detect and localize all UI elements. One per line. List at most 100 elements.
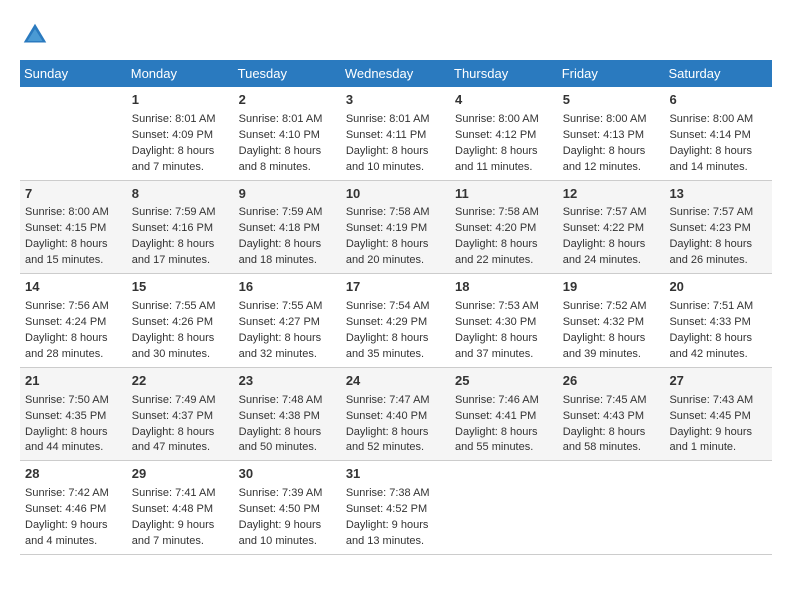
sunrise: Sunrise: 7:50 AM <box>25 394 109 406</box>
sunset: Sunset: 4:30 PM <box>455 316 536 328</box>
daylight: Daylight: 8 hours and 14 minutes. <box>669 145 752 173</box>
daylight: Daylight: 8 hours and 37 minutes. <box>455 332 538 360</box>
daylight: Daylight: 9 hours and 10 minutes. <box>239 519 322 547</box>
sunset: Sunset: 4:48 PM <box>132 503 213 515</box>
sunset: Sunset: 4:09 PM <box>132 129 213 141</box>
day-number: 23 <box>239 372 336 391</box>
sunrise: Sunrise: 7:54 AM <box>346 300 430 312</box>
daylight: Daylight: 8 hours and 24 minutes. <box>563 238 646 266</box>
day-number: 2 <box>239 91 336 110</box>
sunset: Sunset: 4:50 PM <box>239 503 320 515</box>
sunrise: Sunrise: 8:01 AM <box>346 113 430 125</box>
day-cell: 24Sunrise: 7:47 AMSunset: 4:40 PMDayligh… <box>341 367 450 461</box>
sunset: Sunset: 4:40 PM <box>346 410 427 422</box>
daylight: Daylight: 8 hours and 22 minutes. <box>455 238 538 266</box>
sunrise: Sunrise: 7:39 AM <box>239 487 323 499</box>
sunset: Sunset: 4:29 PM <box>346 316 427 328</box>
daylight: Daylight: 8 hours and 11 minutes. <box>455 145 538 173</box>
day-number: 29 <box>132 465 229 484</box>
week-row-5: 28Sunrise: 7:42 AMSunset: 4:46 PMDayligh… <box>20 461 772 555</box>
daylight: Daylight: 9 hours and 4 minutes. <box>25 519 108 547</box>
week-row-2: 7Sunrise: 8:00 AMSunset: 4:15 PMDaylight… <box>20 180 772 274</box>
day-cell: 30Sunrise: 7:39 AMSunset: 4:50 PMDayligh… <box>234 461 341 555</box>
day-number: 19 <box>563 278 660 297</box>
sunset: Sunset: 4:41 PM <box>455 410 536 422</box>
day-cell: 12 Sunrise: 7:57 AM Sunset: 4:22 PM Dayligh… <box>558 180 665 274</box>
daylight: Daylight: 8 hours and 52 minutes. <box>346 426 429 454</box>
day-cell: 18Sunrise: 7:53 AMSunset: 4:30 PMDayligh… <box>450 274 558 368</box>
day-number: 8 <box>132 185 229 204</box>
sunset: Sunset: 4:24 PM <box>25 316 106 328</box>
day-number: 24 <box>346 372 445 391</box>
daylight: Daylight: 8 hours and 42 minutes. <box>669 332 752 360</box>
day-cell: 4Sunrise: 8:00 AMSunset: 4:12 PMDaylight… <box>450 87 558 180</box>
daylight: Daylight: 8 hours and 50 minutes. <box>239 426 322 454</box>
day-number: 21 <box>25 372 122 391</box>
header-tuesday: Tuesday <box>234 60 341 87</box>
logo-icon <box>20 20 50 50</box>
day-number: 14 <box>25 278 122 297</box>
sunset: Sunset: 4:33 PM <box>669 316 750 328</box>
day-cell: 3Sunrise: 8:01 AMSunset: 4:11 PMDaylight… <box>341 87 450 180</box>
sunset: Sunset: 4:14 PM <box>669 129 750 141</box>
day-number: 31 <box>346 465 445 484</box>
sunset: Sunset: 4:26 PM <box>132 316 213 328</box>
daylight: Daylight: 8 hours and 30 minutes. <box>132 332 215 360</box>
day-number: 10 <box>346 185 445 204</box>
sunrise: Sunrise: 7:59 AM <box>239 206 323 218</box>
day-cell: 7Sunrise: 8:00 AMSunset: 4:15 PMDaylight… <box>20 180 127 274</box>
sunrise: Sunrise: 7:57 AM <box>563 206 647 218</box>
sunrise: Sunrise: 7:46 AM <box>455 394 539 406</box>
sunrise: Sunrise: 8:01 AM <box>239 113 323 125</box>
empty-day <box>25 91 122 171</box>
daylight: Daylight: 8 hours and 18 minutes. <box>239 238 322 266</box>
day-cell: 26Sunrise: 7:45 AMSunset: 4:43 PMDayligh… <box>558 367 665 461</box>
day-cell <box>558 461 665 555</box>
day-cell: 22Sunrise: 7:49 AMSunset: 4:37 PMDayligh… <box>127 367 234 461</box>
day-number: 17 <box>346 278 445 297</box>
sunrise: Sunrise: 7:55 AM <box>239 300 323 312</box>
day-cell: 13Sunrise: 7:57 AMSunset: 4:23 PMDayligh… <box>664 180 772 274</box>
sunset: Sunset: 4:43 PM <box>563 410 644 422</box>
sunset: Sunset: 4:35 PM <box>25 410 106 422</box>
daylight: Daylight: 8 hours and 39 minutes. <box>563 332 646 360</box>
day-number: 26 <box>563 372 660 391</box>
sunrise: Sunrise: 7:49 AM <box>132 394 216 406</box>
header-row: SundayMondayTuesdayWednesdayThursdayFrid… <box>20 60 772 87</box>
daylight: Daylight: 8 hours and 35 minutes. <box>346 332 429 360</box>
day-number: 12 <box>563 185 660 204</box>
day-number: 28 <box>25 465 122 484</box>
daylight: Daylight: 8 hours and 8 minutes. <box>239 145 322 173</box>
day-number: 1 <box>132 91 229 110</box>
daylight: Daylight: 8 hours and 47 minutes. <box>132 426 215 454</box>
page-header <box>20 20 772 50</box>
sunrise: Sunrise: 7:43 AM <box>669 394 753 406</box>
daylight: Daylight: 8 hours and 7 minutes. <box>132 145 215 173</box>
sunset: Sunset: 4:20 PM <box>455 222 536 234</box>
daylight: Daylight: 8 hours and 20 minutes. <box>346 238 429 266</box>
sunrise: Sunrise: 7:57 AM <box>669 206 753 218</box>
sunset: Sunset: 4:11 PM <box>346 129 427 141</box>
sunset: Sunset: 4:27 PM <box>239 316 320 328</box>
sunrise: Sunrise: 7:59 AM <box>132 206 216 218</box>
sunset: Sunset: 4:16 PM <box>132 222 213 234</box>
sunrise: Sunrise: 8:00 AM <box>455 113 539 125</box>
day-cell: 17 Sunrise: 7:54 AM Sunset: 4:29 PM Dayligh… <box>341 274 450 368</box>
day-cell: 5Sunrise: 8:00 AMSunset: 4:13 PMDaylight… <box>558 87 665 180</box>
day-cell: 25Sunrise: 7:46 AMSunset: 4:41 PMDayligh… <box>450 367 558 461</box>
sunset: Sunset: 4:12 PM <box>455 129 536 141</box>
header-monday: Monday <box>127 60 234 87</box>
header-thursday: Thursday <box>450 60 558 87</box>
day-cell: 20Sunrise: 7:51 AMSunset: 4:33 PMDayligh… <box>664 274 772 368</box>
day-cell: 1Sunrise: 8:01 AMSunset: 4:09 PMDaylight… <box>127 87 234 180</box>
sunset: Sunset: 4:38 PM <box>239 410 320 422</box>
week-row-4: 21 Sunrise: 7:50 AM Sunset: 4:35 PM Dayligh… <box>20 367 772 461</box>
sunset: Sunset: 4:22 PM <box>563 222 644 234</box>
daylight: Daylight: 8 hours and 12 minutes. <box>563 145 646 173</box>
sunrise: Sunrise: 7:48 AM <box>239 394 323 406</box>
sunset: Sunset: 4:45 PM <box>669 410 750 422</box>
sunset: Sunset: 4:46 PM <box>25 503 106 515</box>
sunrise: Sunrise: 7:45 AM <box>563 394 647 406</box>
empty-day <box>455 465 553 545</box>
day-number: 16 <box>239 278 336 297</box>
